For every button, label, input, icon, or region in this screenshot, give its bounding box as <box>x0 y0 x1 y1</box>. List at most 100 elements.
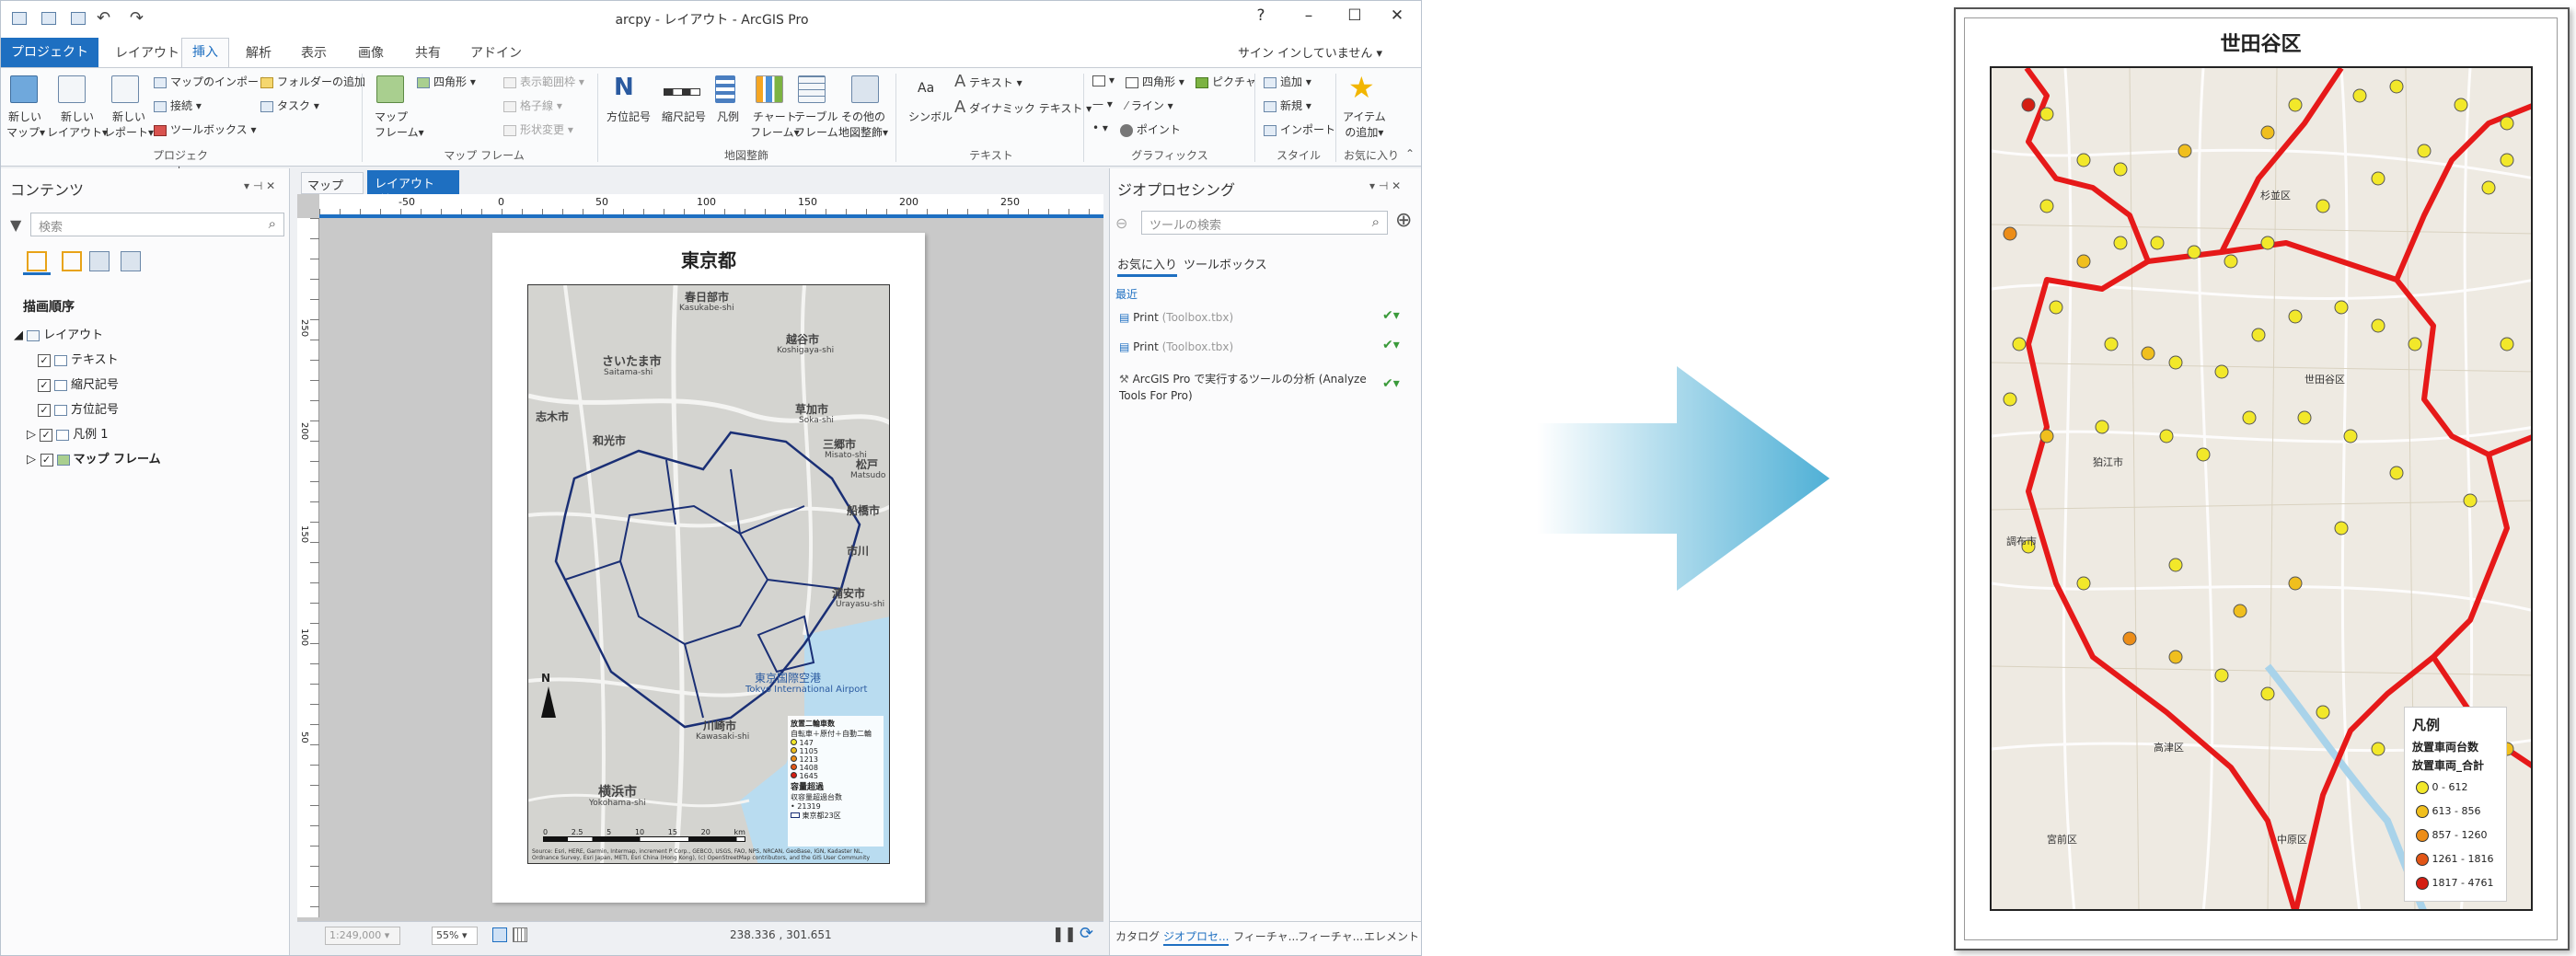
new-report-icon[interactable] <box>111 75 139 103</box>
filter-icon[interactable]: ▼ <box>10 216 21 234</box>
new-layout-button[interactable]: 新しい レイアウト▾ <box>47 109 108 140</box>
chart-icon[interactable] <box>756 75 783 103</box>
run-check-icon[interactable]: ✔▾ <box>1382 376 1400 391</box>
expand-icon[interactable]: ▷ <box>27 453 40 466</box>
tab-layout[interactable]: レイアウト <box>115 43 179 62</box>
tab-addin[interactable]: アドイン <box>470 43 522 62</box>
visibility-checkbox[interactable]: ✓ <box>38 378 51 392</box>
add-folder-button[interactable]: フォルダーの追加 <box>260 74 365 89</box>
north-arrow[interactable]: N <box>541 672 556 718</box>
scale-bar[interactable]: 0 2.5 5 10 15 20 km <box>543 828 745 842</box>
visibility-checkbox[interactable]: ✓ <box>40 453 53 466</box>
other-surround-icon[interactable] <box>851 75 879 103</box>
text-button[interactable]: A テキスト ▾ <box>954 72 1022 91</box>
rectangle-button[interactable]: 四角形 ▾ <box>417 74 476 89</box>
refresh-icon[interactable]: ⟳ <box>1080 924 1093 943</box>
graphic-rect-button[interactable]: ▾ <box>1092 74 1115 86</box>
bottom-tab-catalog[interactable]: カタログ <box>1115 928 1160 944</box>
north-arrow-button[interactable]: 方位記号 <box>606 109 651 124</box>
help-button[interactable]: ? <box>1247 6 1275 25</box>
style-new-button[interactable]: 新規 ▾ <box>1264 98 1311 113</box>
new-map-button[interactable]: 新しい マップ▾ <box>6 109 45 140</box>
tab-share[interactable]: 共有 <box>415 43 441 62</box>
search-icon[interactable]: ⌕ <box>269 215 276 232</box>
style-import-button[interactable]: インポート <box>1264 121 1335 137</box>
tree-item-text[interactable]: ✓ テキスト <box>38 350 119 367</box>
show-extent-button[interactable]: 表示範囲枠 ▾ <box>503 74 584 89</box>
collapse-icon[interactable]: ◢ <box>14 328 27 342</box>
tree-item-scalebar[interactable]: ✓ 縮尺記号 <box>38 374 119 392</box>
line-style-button[interactable]: — ▾ <box>1092 98 1113 110</box>
legend-button[interactable]: 凡例 <box>717 109 739 124</box>
other-surround-button[interactable]: その他の 地図整飾▾ <box>838 109 888 140</box>
style-add-button[interactable]: 追加 ▾ <box>1264 74 1311 89</box>
bottom-tab-feature1[interactable]: フィーチャ... <box>1233 928 1299 944</box>
expand-icon[interactable]: ▷ <box>27 428 40 442</box>
add-item-button[interactable]: アイテム の追加▾ <box>1343 109 1386 140</box>
tokyo-legend[interactable]: 放置二輪車数 自転車＋原付＋自動二輪 147 1105 1213 1408 16… <box>788 716 884 847</box>
bottom-tab-feature2[interactable]: フィーチャ... <box>1298 928 1363 944</box>
tab-view[interactable]: 表示 <box>301 43 327 62</box>
tool-item[interactable]: ▤ Print (Toolbox.tbx) <box>1119 311 1368 324</box>
contents-search-input[interactable]: 検索 ⌕ <box>30 213 284 236</box>
tab-analysis[interactable]: 解析 <box>246 43 271 62</box>
run-check-icon[interactable]: ✔▾ <box>1382 338 1400 352</box>
pane-menu-icon[interactable]: ▾ ⊣ ✕ <box>1369 179 1401 192</box>
zoom-combobox[interactable]: 55% ▾ <box>432 927 478 945</box>
tab-project[interactable]: プロジェクト <box>1 38 98 67</box>
chart-frame-button[interactable]: チャート フレーム▾ <box>750 109 800 140</box>
signin-status[interactable]: サイン インしていません ▾ <box>1238 43 1382 61</box>
scale-bar-button[interactable]: 縮尺記号 <box>662 109 706 124</box>
run-check-icon[interactable]: ✔▾ <box>1382 308 1400 323</box>
grid-view-icon[interactable] <box>513 927 527 942</box>
snapping-tab-icon[interactable] <box>121 251 141 271</box>
tool-item[interactable]: ⚒ ArcGIS Pro で実行するツールの分析 (Analyze Tools … <box>1119 371 1368 404</box>
add-tool-icon[interactable]: ⊕ <box>1395 209 1412 232</box>
pane-menu-icon[interactable]: ▾ ⊣ ✕ <box>244 179 275 192</box>
bottom-tab-element[interactable]: エレメント <box>1364 928 1419 944</box>
collapse-ribbon-icon[interactable]: ⌃ <box>1405 147 1415 160</box>
scale-bar-icon[interactable] <box>664 88 700 96</box>
symbol-button[interactable]: シンボル <box>908 109 953 124</box>
point-style-button[interactable]: • ▾ <box>1092 121 1108 134</box>
layout-title[interactable]: 東京都 <box>492 246 925 272</box>
reshape-button[interactable]: 形状変更 ▾ <box>503 121 573 137</box>
tool-search-input[interactable]: ツールの検索 ⌕ <box>1141 211 1388 235</box>
line-button[interactable]: ⁄ ライン ▾ <box>1126 98 1173 113</box>
visibility-checkbox[interactable]: ✓ <box>40 428 53 442</box>
scale-combobox[interactable]: 1:249,000 ▾ <box>325 927 400 945</box>
back-icon[interactable]: ⊖ <box>1115 214 1127 232</box>
visibility-checkbox[interactable]: ✓ <box>38 403 51 417</box>
source-tab-icon[interactable] <box>89 251 110 271</box>
close-button[interactable]: ✕ <box>1383 6 1411 25</box>
import-map-button[interactable]: マップのインポート <box>154 74 270 89</box>
drawing-order-tab[interactable] <box>23 251 51 275</box>
tokyo-map-frame[interactable]: 春日部市 Kasukabe-shi 越谷市 Koshigaya-shi さいたま… <box>527 284 890 864</box>
map-frame-icon[interactable] <box>376 75 404 103</box>
point-button[interactable]: ポイント <box>1120 121 1181 137</box>
visibility-checkbox[interactable]: ✓ <box>38 353 51 367</box>
tab-map-view[interactable]: マップ <box>301 172 364 194</box>
maximize-button[interactable]: ☐ <box>1341 6 1369 25</box>
minimize-button[interactable]: – <box>1295 6 1323 25</box>
table-icon[interactable] <box>798 75 826 103</box>
new-layout-icon[interactable] <box>58 75 86 103</box>
fit-page-icon[interactable] <box>492 927 507 942</box>
tree-item-northarrow[interactable]: ✓ 方位記号 <box>38 399 119 417</box>
grid-button[interactable]: 格子線 ▾ <box>503 98 562 113</box>
search-icon[interactable]: ⌕ <box>1372 213 1380 230</box>
picture-button[interactable]: ピクチャ <box>1196 74 1256 89</box>
new-map-icon[interactable] <box>10 75 38 103</box>
graphic-rectangle-button[interactable]: 四角形 ▾ <box>1126 74 1184 89</box>
task-button[interactable]: タスク ▾ <box>260 98 319 113</box>
tab-layout-view[interactable]: レイアウト ✕ <box>367 170 459 205</box>
layout-page[interactable]: 東京都 春日部市 Kasukabe-shi 越谷市 Koshigaya-shi <box>492 233 925 903</box>
pause-drawing-icon[interactable]: ❚❚ <box>1052 925 1077 942</box>
star-icon[interactable]: ★ <box>1348 70 1375 105</box>
selection-tab-icon[interactable] <box>62 251 82 271</box>
tab-favorites[interactable]: お気に入り <box>1117 255 1178 277</box>
dynamic-text-button[interactable]: A ダイナミック テキスト ▾ <box>954 98 1092 117</box>
toolbox-button[interactable]: ツールボックス ▾ <box>154 121 256 137</box>
tab-toolboxes[interactable]: ツールボックス <box>1184 255 1267 272</box>
map-frame-button[interactable]: マップ フレーム▾ <box>375 109 424 140</box>
